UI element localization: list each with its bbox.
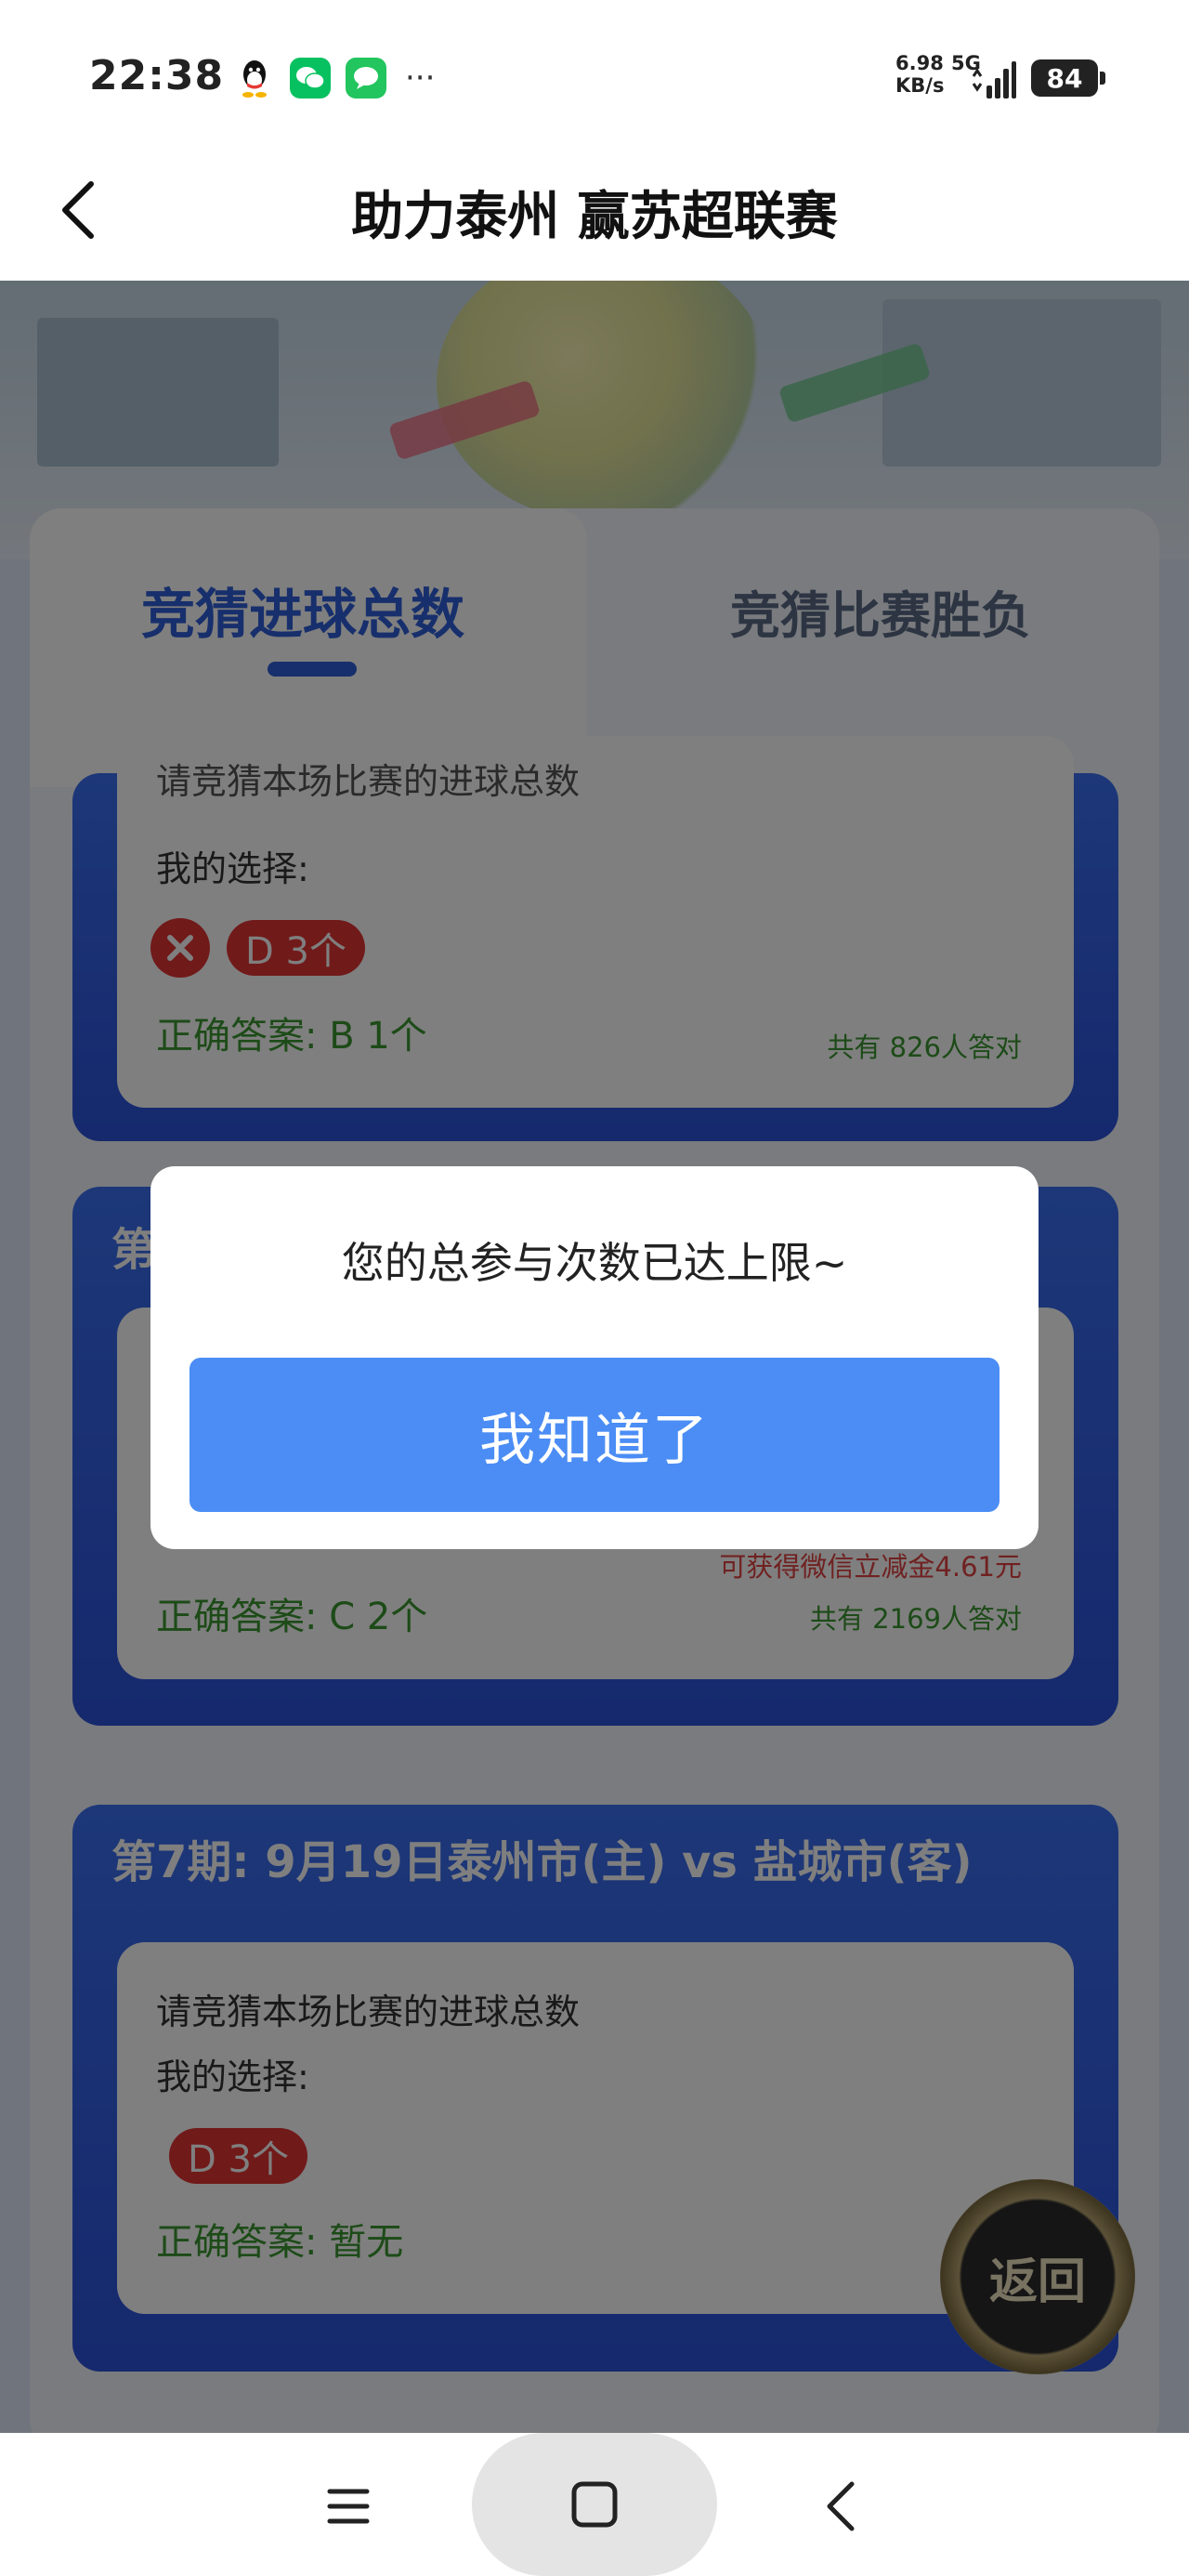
more-notifications-icon: ···	[405, 59, 436, 97]
menu-icon	[327, 2489, 370, 2524]
status-app-icons: ···	[234, 58, 435, 99]
chevron-left-icon	[827, 2481, 855, 2531]
page-title: 助力泰州 赢苏超联赛	[351, 187, 838, 247]
acknowledge-button[interactable]: 我知道了	[189, 1358, 1000, 1512]
message-icon	[346, 58, 386, 99]
dialog-message: 您的总参与次数已达上限~	[341, 1238, 848, 1288]
menu-button[interactable]	[307, 2474, 390, 2539]
wechat-icon	[290, 58, 331, 99]
status-bar: 22:38 ··· 6.98 KB/s 5G 84	[0, 0, 1189, 139]
net-speed-value: 6.98	[895, 52, 944, 74]
nav-bar: 助力泰州 赢苏超联赛	[0, 139, 1189, 281]
status-time: 22:38	[89, 52, 225, 99]
system-nav-bar	[0, 2433, 1189, 2576]
limit-dialog: 您的总参与次数已达上限~ 我知道了	[150, 1166, 1039, 1549]
battery-indicator: 84	[1031, 59, 1105, 97]
home-button[interactable]	[472, 2433, 717, 2576]
net-speed-unit: KB/s	[895, 74, 945, 97]
home-icon	[571, 2481, 618, 2528]
net-speed: 6.98 KB/s	[895, 52, 944, 97]
system-back-button[interactable]	[799, 2474, 882, 2539]
signal-icon	[972, 61, 1016, 99]
qq-icon	[234, 58, 275, 99]
